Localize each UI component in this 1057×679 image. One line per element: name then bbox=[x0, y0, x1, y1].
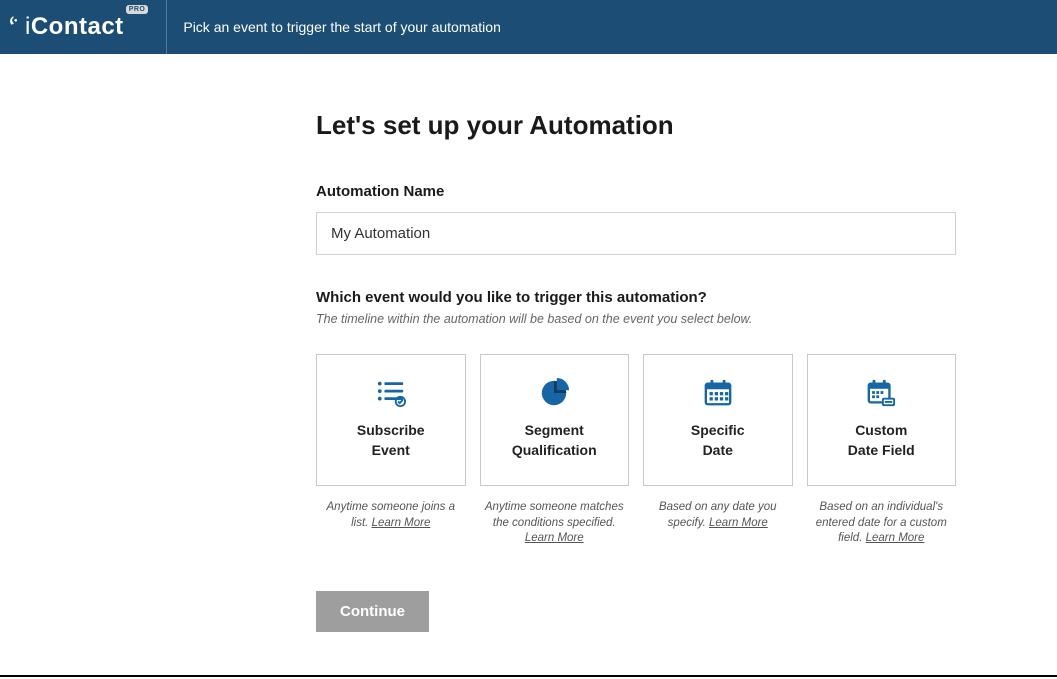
automation-name-label: Automation Name bbox=[316, 183, 1057, 200]
card-desc-segment: Anytime someone matches the conditions s… bbox=[480, 500, 630, 547]
card-desc-specific-date: Based on any date you specify. Learn Mor… bbox=[643, 500, 793, 531]
pie-chart-icon bbox=[537, 379, 571, 407]
card-title: Specific Date bbox=[685, 421, 751, 460]
card-specific-date[interactable]: Specific Date bbox=[643, 354, 793, 486]
logo[interactable]: iContact PRO bbox=[0, 0, 167, 54]
card-col-segment: Segment Qualification Anytime someone ma… bbox=[480, 354, 630, 547]
learn-more-link[interactable]: Learn More bbox=[525, 532, 584, 544]
pro-badge: PRO bbox=[126, 5, 149, 14]
card-col-specific-date: Specific Date Based on any date you spec… bbox=[643, 354, 793, 547]
list-check-icon bbox=[374, 379, 408, 407]
learn-more-link[interactable]: Learn More bbox=[709, 517, 768, 529]
trigger-section: Which event would you like to trigger th… bbox=[316, 289, 1057, 632]
logo-text: iContact PRO bbox=[25, 13, 148, 41]
page-title: Let's set up your Automation bbox=[316, 110, 1057, 141]
automation-name-input[interactable] bbox=[316, 212, 956, 255]
card-desc-subscribe: Anytime someone joins a list. Learn More bbox=[316, 500, 466, 531]
logo-antenna-icon bbox=[10, 15, 24, 34]
main-content: Let's set up your Automation Automation … bbox=[0, 54, 1057, 632]
trigger-card-row: Subscribe Event Anytime someone joins a … bbox=[316, 354, 956, 547]
top-header: iContact PRO Pick an event to trigger th… bbox=[0, 0, 1057, 54]
card-custom-date-field[interactable]: Custom Date Field bbox=[807, 354, 957, 486]
header-instruction: Pick an event to trigger the start of yo… bbox=[167, 19, 501, 35]
calendar-edit-icon bbox=[864, 379, 898, 407]
card-desc-custom-date: Based on an individual's entered date fo… bbox=[807, 500, 957, 547]
card-col-custom-date: Custom Date Field Based on an individual… bbox=[807, 354, 957, 547]
card-segment-qualification[interactable]: Segment Qualification bbox=[480, 354, 630, 486]
trigger-subtext: The timeline within the automation will … bbox=[316, 312, 1057, 326]
card-title: Custom Date Field bbox=[842, 421, 921, 460]
learn-more-link[interactable]: Learn More bbox=[372, 517, 431, 529]
learn-more-link[interactable]: Learn More bbox=[866, 532, 925, 544]
card-subscribe-event[interactable]: Subscribe Event bbox=[316, 354, 466, 486]
trigger-question: Which event would you like to trigger th… bbox=[316, 289, 1057, 306]
calendar-icon bbox=[701, 379, 735, 407]
card-title: Subscribe Event bbox=[351, 421, 431, 460]
continue-button[interactable]: Continue bbox=[316, 591, 429, 632]
bottom-border bbox=[0, 675, 1057, 677]
card-title: Segment Qualification bbox=[506, 421, 603, 460]
card-col-subscribe: Subscribe Event Anytime someone joins a … bbox=[316, 354, 466, 547]
